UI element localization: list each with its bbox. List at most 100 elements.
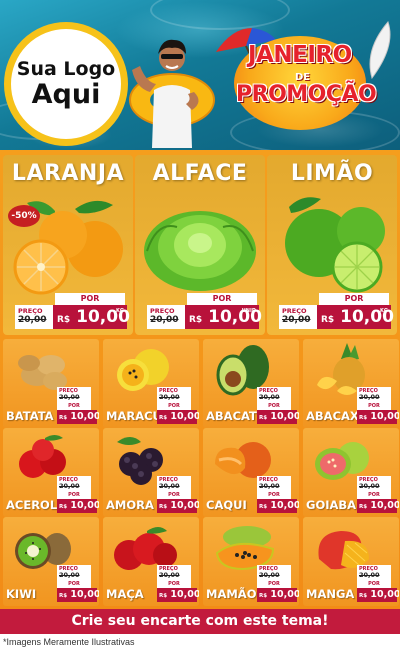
price-old: 20,00	[59, 571, 80, 579]
price-tag: PREÇO 20,00 POR R$ 10,00	[357, 387, 399, 427]
price-unit: KG	[116, 308, 124, 314]
currency: R$	[189, 315, 203, 325]
price-tag: PREÇO 20,00 POR R$ 10,00	[257, 476, 299, 516]
currency: R$	[259, 593, 268, 599]
product-card-batata[interactable]: BATATA PREÇO 20,00 POR R$ 10,00	[3, 339, 99, 428]
product-card-kiwi[interactable]: KIWI PREÇO 20,00 POR R$ 10,00	[3, 517, 99, 606]
price-old: 20,00	[359, 393, 380, 401]
price-new: R$ 10,00	[157, 410, 199, 424]
featured-card-alface[interactable]: ALFACE POR PREÇO 20,00 R$ 10,00 UNID	[135, 155, 265, 335]
price-tag: PREÇO 20,00 POR R$ 10,00	[257, 565, 299, 605]
price-old: 20,00	[359, 482, 380, 490]
price-por-label: POR	[257, 402, 291, 410]
product-name: BATATA	[6, 409, 54, 423]
price-tag: PREÇO 20,00 POR R$ 10,00	[57, 476, 99, 516]
currency: R$	[159, 415, 168, 421]
price-tag: PREÇO 20,00 POR R$ 10,00	[157, 565, 199, 605]
currency: R$	[359, 504, 368, 510]
price-unit: KG	[380, 308, 388, 314]
price-por-label: POR	[357, 491, 391, 499]
price-tag: PREÇO 20,00 POR R$ 10,00	[257, 387, 299, 427]
price-value: 10,00	[70, 589, 99, 600]
product-name: ALFACE	[152, 161, 248, 186]
price-old: 20,00	[259, 571, 280, 579]
price-por-label: POR	[57, 580, 91, 588]
promo-badge: JANEIRO DE PROMOÇÃO	[212, 20, 398, 130]
featured-card-limao[interactable]: LIMÃO POR PREÇO 20,00 R$ 10,00 KG	[267, 155, 397, 335]
logo-text-line1: Sua Logo	[16, 57, 116, 80]
currency: R$	[359, 415, 368, 421]
price-por-label: POR	[357, 580, 391, 588]
currency: R$	[321, 315, 335, 325]
product-card-caqui[interactable]: CAQUI PREÇO 20,00 POR R$ 10,00	[203, 428, 299, 517]
price-old: 20,00	[282, 315, 311, 325]
product-card-manga[interactable]: MANGA PREÇO 20,00 POR R$ 10,00	[303, 517, 399, 606]
product-card-abacate[interactable]: ABACATE PREÇO 20,00 POR R$ 10,00	[203, 339, 299, 428]
price-old: 20,00	[259, 482, 280, 490]
price-value: 10,00	[270, 589, 299, 600]
price-unit: UNID	[241, 308, 256, 314]
product-card-mamão[interactable]: MAMÃO PREÇO 20,00 POR R$ 10,00	[203, 517, 299, 606]
price-value: 10,00	[170, 589, 199, 600]
price-old: 20,00	[159, 393, 180, 401]
price-old-box: PREÇO 20,00	[157, 565, 191, 580]
price-por-label: POR	[257, 491, 291, 499]
price-old-box: PREÇO 20,00	[279, 305, 317, 329]
currency: R$	[57, 315, 71, 325]
price-por-label: POR	[157, 402, 191, 410]
price-old-box: PREÇO 20,00	[147, 305, 185, 329]
price-value: 10,00	[270, 411, 299, 422]
price-por-label: POR	[187, 293, 257, 305]
price-tag: PREÇO 20,00 POR R$ 10,00	[357, 476, 399, 516]
product-name: MAÇA	[106, 587, 144, 601]
product-card-goiaba[interactable]: GOIABA PREÇO 20,00 POR R$ 10,00	[303, 428, 399, 517]
product-card-amora[interactable]: AMORA PREÇO 20,00 POR R$ 10,00	[103, 428, 199, 517]
currency: R$	[159, 504, 168, 510]
featured-card-laranja[interactable]: LARANJA POR PREÇO 20,00 R$ 10,00 KG	[3, 155, 133, 335]
price-value: 10,00	[270, 500, 299, 511]
price-old-box: PREÇO 20,00	[357, 565, 391, 580]
price-value: 10,00	[170, 411, 199, 422]
price-old: 20,00	[150, 315, 179, 325]
product-card-acerola[interactable]: ACEROLA PREÇO 20,00 POR R$ 10,00	[3, 428, 99, 517]
logo-placeholder[interactable]: Sua Logo Aqui	[4, 22, 128, 146]
product-card-abacaxi[interactable]: ABACAXI PREÇO 20,00 POR R$ 10,00	[303, 339, 399, 428]
price-por-label: POR	[57, 402, 91, 410]
cta-banner[interactable]: Crie seu encarte com este tema!	[0, 609, 400, 634]
price-new: R$ 10,00	[357, 410, 399, 424]
product-name: ABACATE	[206, 409, 265, 423]
price-value: 10,00	[370, 411, 399, 422]
price-old-box: PREÇO 20,00	[15, 305, 53, 329]
product-name: KIWI	[6, 587, 37, 601]
price-new: R$ 10,00	[57, 588, 99, 602]
currency: R$	[359, 593, 368, 599]
pool-banner: Sua Logo Aqui JANEIRO DE PROMOÇÃO	[0, 0, 400, 150]
price-old: 20,00	[18, 315, 47, 325]
price-value: 10,00	[70, 500, 99, 511]
price-value: 10,00	[170, 500, 199, 511]
promo-title-line1: JANEIRO	[248, 42, 352, 68]
price-new: R$ 10,00	[257, 588, 299, 602]
price-por-label: POR	[357, 402, 391, 410]
price-new: R$ 10,00	[157, 588, 199, 602]
product-name: GOIABA	[306, 498, 357, 512]
price-new: R$ 10,00	[157, 499, 199, 513]
product-card-maracujá[interactable]: MARACUJÁ PREÇO 20,00 POR R$ 10,00	[103, 339, 199, 428]
price-old-box: PREÇO 20,00	[257, 476, 291, 491]
price-new: R$ 10,00	[57, 499, 99, 513]
price-por-label: POR	[257, 580, 291, 588]
price-new: R$ 10,00	[357, 588, 399, 602]
price-old: 20,00	[59, 482, 80, 490]
lime-icon	[285, 197, 385, 293]
swimmer-illustration	[129, 39, 215, 148]
price-new: R$ 10,00 KG	[53, 305, 130, 329]
currency: R$	[259, 415, 268, 421]
product-name: MANGA	[306, 587, 355, 601]
product-card-maça[interactable]: MAÇA PREÇO 20,00 POR R$ 10,00	[103, 517, 199, 606]
price-new: R$ 10,00 UNID	[185, 305, 262, 329]
price-por-label: POR	[55, 293, 125, 305]
price-por-label: POR	[157, 580, 191, 588]
price-tag: POR PREÇO 20,00 R$ 10,00 KG	[15, 293, 130, 331]
price-por-label: POR	[319, 293, 389, 305]
price-por-label: POR	[157, 491, 191, 499]
